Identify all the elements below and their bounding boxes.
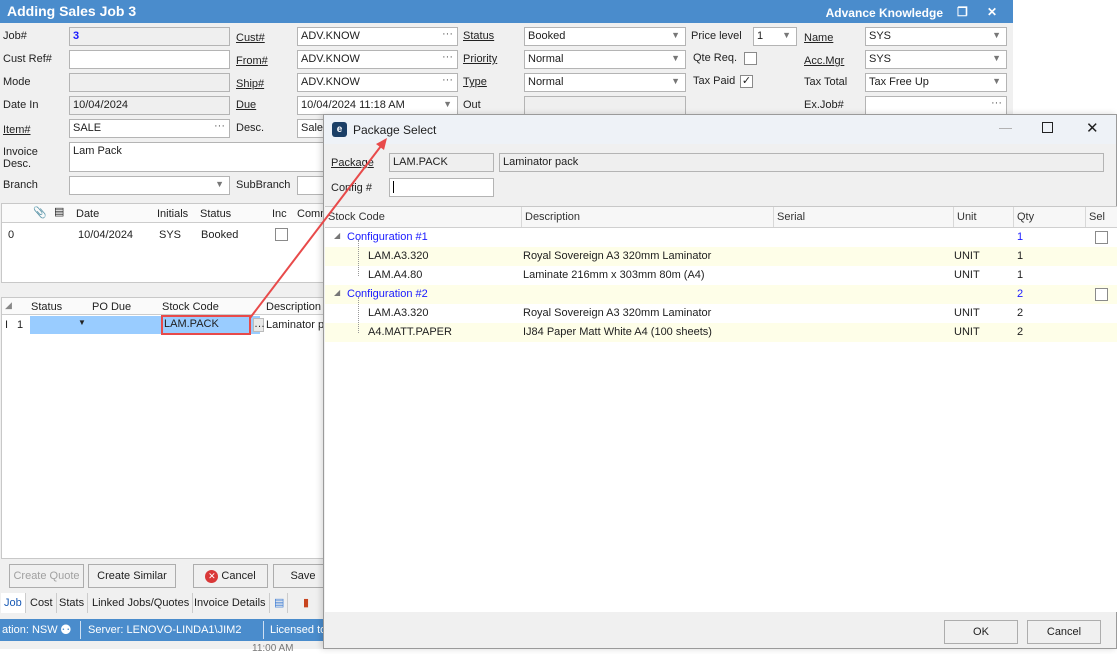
annotation-arrow — [249, 138, 387, 319]
arrow-head — [376, 138, 387, 150]
arrow-line — [249, 145, 382, 319]
